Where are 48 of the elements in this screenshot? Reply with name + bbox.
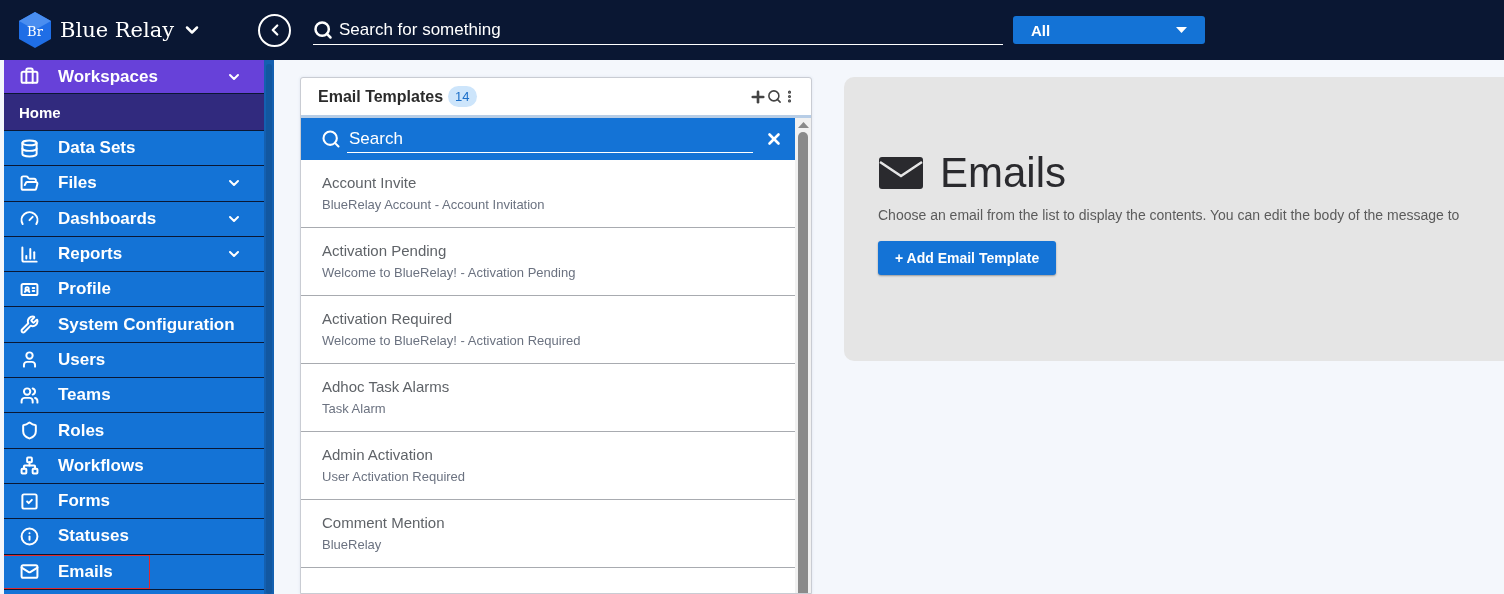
search-icon <box>321 129 341 149</box>
template-name: Activation Pending <box>322 242 448 259</box>
checkbox-icon <box>20 491 39 511</box>
template-subject: BlueRelay <box>322 537 383 552</box>
bar-chart-icon <box>20 244 39 264</box>
wrench-icon <box>20 315 39 335</box>
close-icon[interactable] <box>765 130 783 148</box>
panel-title: Email Templates <box>318 87 444 106</box>
template-subject: User Activation Required <box>322 469 467 484</box>
search-field[interactable]: Search for something <box>337 18 1003 41</box>
count-badge: 14 <box>448 86 477 107</box>
folder-icon <box>20 173 39 193</box>
nav-subitem[interactable]: Home <box>4 94 264 131</box>
template-name: Adhoc Task Alarms <box>322 378 451 395</box>
nav-item[interactable]: Emails <box>4 554 264 590</box>
template-subject: BlueRelay Account - Account Invitation <box>322 197 546 212</box>
filter-dropdown[interactable]: All <box>1013 16 1205 44</box>
brand-name: Blue Relay <box>60 18 175 42</box>
scrollbar[interactable] <box>798 132 808 593</box>
template-subject: Welcome to BlueRelay! - Activation Required <box>322 333 582 348</box>
caret-icon <box>1176 27 1187 33</box>
template-name: Comment Mention <box>322 514 446 531</box>
collapse-button[interactable] <box>258 13 291 47</box>
mail-icon <box>20 562 39 582</box>
database-icon <box>20 138 39 158</box>
search-field[interactable]: Search <box>347 125 753 152</box>
search-icon <box>313 19 333 40</box>
scroll-up-icon[interactable] <box>797 122 809 128</box>
template-subject: Welcome to BlueRelay! - Activation Pending <box>322 265 577 280</box>
users-icon <box>20 385 39 405</box>
envelope-icon <box>878 156 924 190</box>
search-icon <box>767 89 782 104</box>
template-subject: Task Alarm <box>322 401 387 416</box>
logo-icon: Br <box>18 11 52 49</box>
shield-icon <box>20 421 39 440</box>
nav-item[interactable]: Workspaces <box>4 60 264 94</box>
template-name: Account Invite <box>322 174 418 191</box>
briefcase-icon <box>20 67 39 86</box>
info-icon <box>20 526 39 546</box>
page-title: Emails <box>940 149 1067 197</box>
search-button[interactable] <box>767 89 782 104</box>
template-name: Admin Activation <box>322 446 434 463</box>
description: Choose an email from the list to display the contents. You can edit the body of the message to <box>878 207 1461 223</box>
sitemap-icon <box>20 456 39 476</box>
search-bar[interactable]: Search <box>301 118 795 160</box>
user-icon <box>20 350 39 370</box>
template-name: Activation Required <box>322 310 454 327</box>
add-template-button[interactable]: + Add Email Template <box>878 241 1057 275</box>
